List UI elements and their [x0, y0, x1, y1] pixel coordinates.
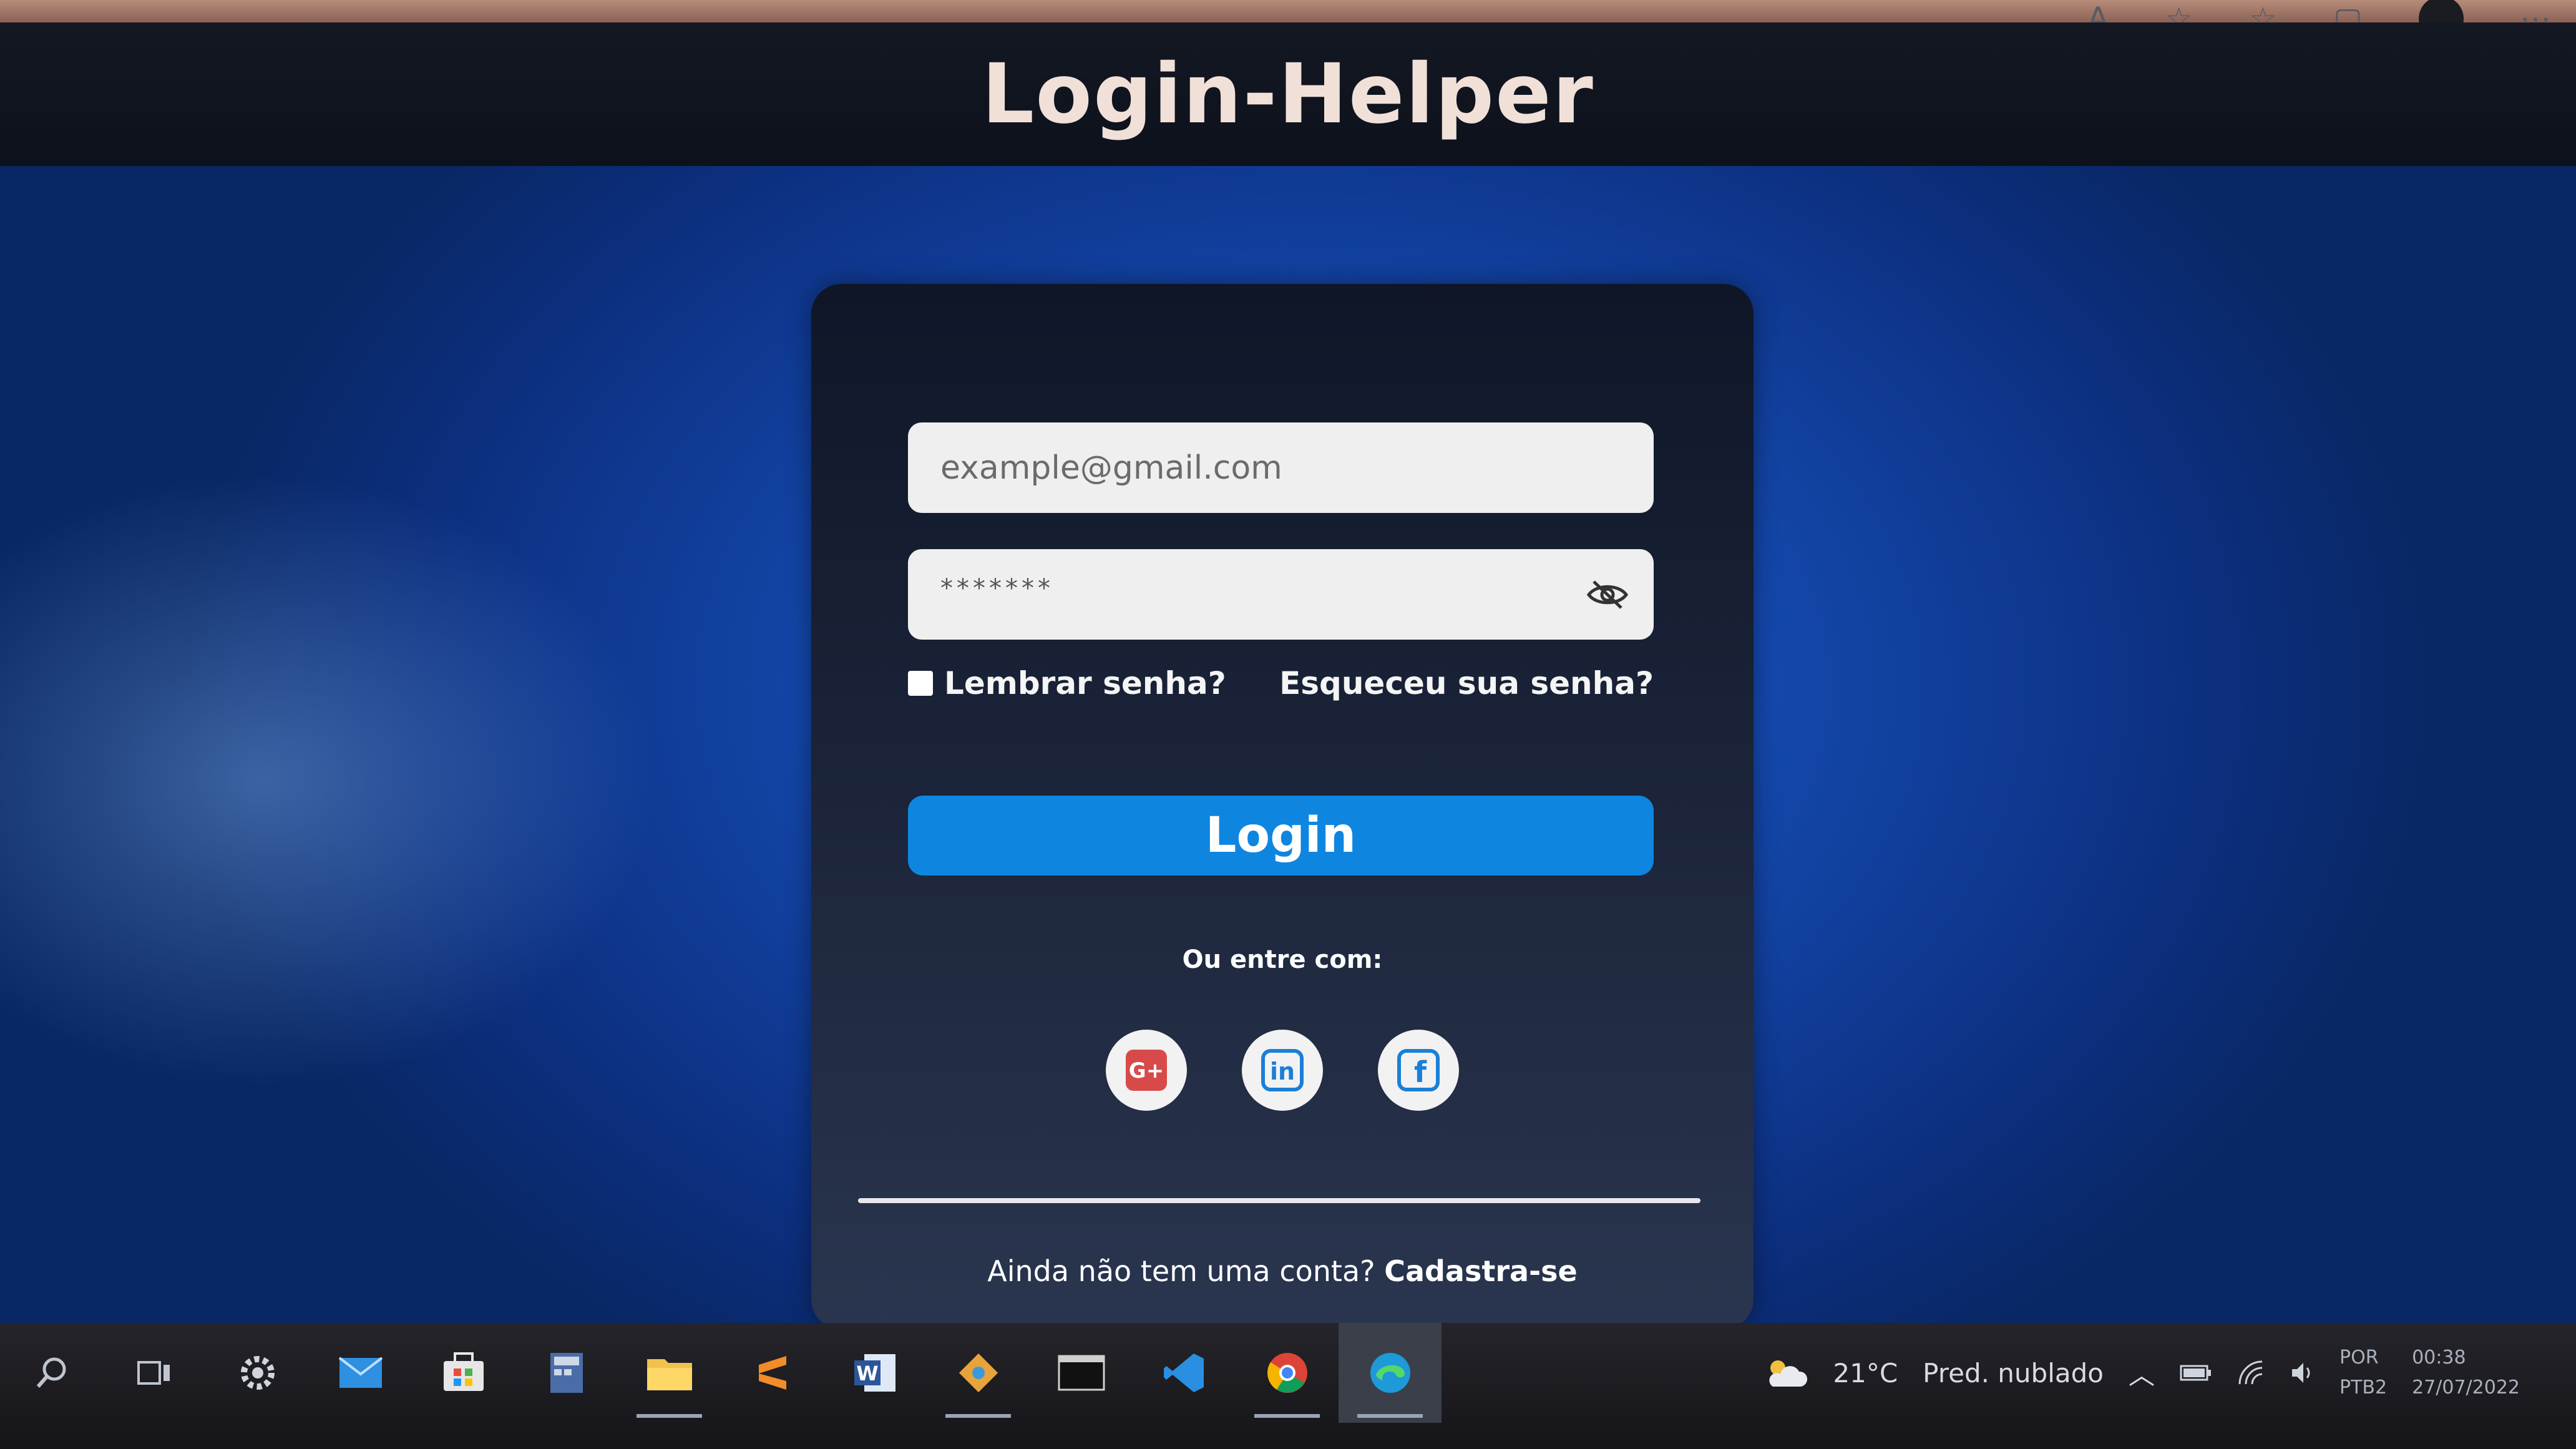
taskbar-apps: W	[0, 1323, 1442, 1423]
git-active-indicator	[945, 1414, 1011, 1418]
email-field[interactable]: example@gmail.com	[908, 422, 1654, 513]
word-icon[interactable]: W	[824, 1323, 927, 1423]
task-view-icon[interactable]	[103, 1323, 206, 1423]
remember-checkbox[interactable]	[908, 671, 933, 696]
weather-cloud-icon	[1769, 1360, 1808, 1387]
weather-description[interactable]: Pred. nublado	[1923, 1358, 2104, 1388]
options-row: Lembrar senha? Esqueceu sua senha?	[908, 661, 1654, 705]
language-code: POR	[2339, 1347, 2379, 1368]
search-icon[interactable]	[0, 1323, 103, 1423]
eye-slash-icon[interactable]	[1586, 579, 1629, 610]
signup-prompt: Ainda não tem uma conta?	[987, 1254, 1375, 1288]
forgot-password-link[interactable]: Esqueceu sua senha?	[1279, 665, 1654, 701]
email-placeholder: example@gmail.com	[940, 449, 1282, 487]
chevron-up-icon[interactable]: ︿	[2129, 1354, 2155, 1392]
linkedin-icon: in	[1261, 1049, 1304, 1091]
clock[interactable]: 00:38 27/07/2022	[2412, 1343, 2520, 1403]
clock-time: 00:38	[2412, 1347, 2466, 1368]
site-header: Login-Helper	[0, 22, 2576, 166]
store-icon[interactable]	[412, 1323, 515, 1423]
svg-text:W: W	[856, 1362, 878, 1385]
file-explorer-active-indicator	[637, 1414, 702, 1418]
browser-toolbar: A ☆ ☆ ▢ ⋯	[0, 0, 2576, 41]
settings-icon[interactable]	[206, 1323, 309, 1423]
wifi-icon[interactable]	[2237, 1360, 2265, 1385]
remember-label: Lembrar senha?	[944, 665, 1226, 701]
edge-active-indicator	[1357, 1414, 1423, 1418]
password-field[interactable]: *******	[908, 549, 1654, 640]
terminal-icon[interactable]	[1030, 1323, 1133, 1423]
login-card: example@gmail.com ******* Lembrar senha?…	[811, 284, 1754, 1329]
login-button[interactable]: Login	[908, 796, 1654, 876]
calculator-icon[interactable]	[515, 1323, 618, 1423]
mail-icon[interactable]	[309, 1323, 412, 1423]
svg-text:G+: G+	[1129, 1058, 1164, 1083]
system-tray: 21°C Pred. nublado ︿ POR PTB2 00:38 27/0…	[1764, 1323, 2520, 1423]
input-language[interactable]: POR PTB2	[2339, 1343, 2387, 1403]
password-masked-value: *******	[940, 573, 1054, 603]
weather-temperature[interactable]: 21°C	[1833, 1358, 1898, 1388]
screen: A ☆ ☆ ▢ ⋯ Login-Helper example@gmail.com…	[0, 0, 2576, 1449]
svg-text:f: f	[1414, 1055, 1427, 1089]
alt-login-label: Ou entre com:	[1182, 945, 1383, 974]
remember-password[interactable]: Lembrar senha?	[908, 665, 1226, 701]
keyboard-layout: PTB2	[2339, 1377, 2388, 1398]
social-login-row: G+ in f	[811, 1030, 1754, 1111]
svg-text:in: in	[1270, 1058, 1295, 1085]
signup-row: Ainda não tem uma conta? Cadastra-se	[811, 1254, 1754, 1288]
file-explorer-icon[interactable]	[618, 1323, 721, 1423]
facebook-icon: f	[1397, 1049, 1440, 1091]
signup-link[interactable]: Cadastra-se	[1384, 1254, 1578, 1288]
git-icon[interactable]	[927, 1323, 1030, 1423]
chrome-active-indicator	[1254, 1414, 1320, 1418]
volume-icon[interactable]	[2290, 1360, 2315, 1385]
google-plus-button[interactable]: G+	[1106, 1030, 1187, 1111]
divider	[858, 1198, 1700, 1203]
facebook-button[interactable]: f	[1378, 1030, 1459, 1111]
google-plus-icon: G+	[1126, 1050, 1167, 1091]
chrome-icon[interactable]	[1236, 1323, 1339, 1423]
clock-date: 27/07/2022	[2412, 1377, 2520, 1398]
page-title: Login-Helper	[982, 46, 1594, 142]
battery-icon[interactable]	[2180, 1364, 2212, 1382]
edge-icon[interactable]	[1339, 1323, 1442, 1423]
taskbar: W 21°C Pred. nublado ︿ POR PTB2 00:38 27…	[0, 1323, 2576, 1449]
vscode-icon[interactable]	[1133, 1323, 1236, 1423]
linkedin-button[interactable]: in	[1242, 1030, 1323, 1111]
sublime-text-icon[interactable]	[721, 1323, 824, 1423]
